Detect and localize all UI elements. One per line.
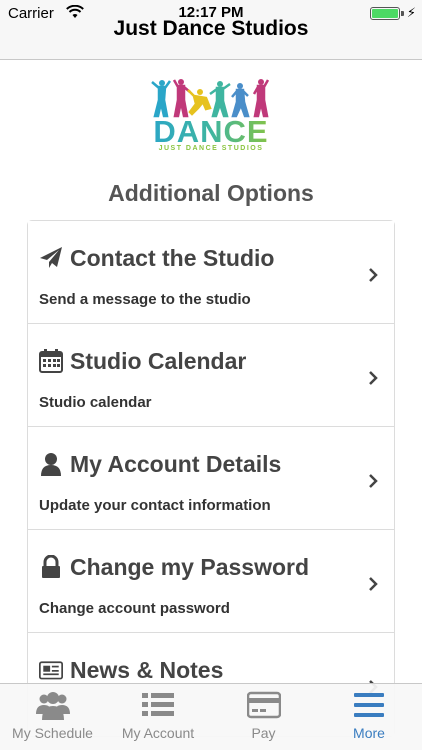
option-studio-calendar[interactable]: Studio Calendar Studio calendar bbox=[28, 324, 394, 427]
option-title: Studio Calendar bbox=[70, 348, 247, 374]
calendar-icon bbox=[39, 349, 63, 373]
battery-tip bbox=[401, 11, 404, 16]
tab-my-schedule[interactable]: My Schedule bbox=[0, 684, 105, 750]
lock-icon bbox=[42, 555, 60, 578]
option-change-password[interactable]: Change my Password Change account passwo… bbox=[28, 530, 394, 633]
option-subtitle: Change account password bbox=[39, 600, 230, 617]
option-subtitle: Update your contact information bbox=[39, 497, 271, 514]
tab-label: My Schedule bbox=[12, 725, 93, 741]
tab-label: Pay bbox=[251, 725, 276, 741]
tab-pay[interactable]: Pay bbox=[211, 684, 316, 750]
list-icon bbox=[142, 693, 174, 716]
option-title: My Account Details bbox=[70, 451, 282, 477]
section-title: Additional Options bbox=[108, 180, 314, 206]
paper-plane-icon bbox=[40, 247, 62, 268]
dancers-graphic bbox=[151, 79, 270, 118]
tab-label: My Account bbox=[121, 725, 195, 741]
navigation-bar: Carrier 12:17 PM ⚡ Just Dance Studios bbox=[0, 0, 422, 60]
option-title: News & Notes bbox=[70, 657, 224, 683]
option-contact-studio[interactable]: Contact the Studio Send a message to the… bbox=[28, 221, 394, 324]
tab-my-account[interactable]: My Account bbox=[105, 684, 211, 750]
option-subtitle: Studio calendar bbox=[39, 394, 152, 411]
page-title: Just Dance Studios bbox=[113, 17, 309, 40]
chevron-right-icon bbox=[369, 474, 378, 488]
chevron-right-icon bbox=[369, 268, 378, 282]
options-list: Contact the Studio Send a message to the… bbox=[27, 220, 395, 737]
option-account-details[interactable]: My Account Details Update your contact i… bbox=[28, 427, 394, 530]
chevron-right-icon bbox=[369, 371, 378, 385]
credit-card-icon bbox=[247, 691, 281, 719]
option-title: Change my Password bbox=[70, 554, 310, 580]
tab-bar: My Schedule My Account Pay More bbox=[0, 683, 422, 750]
chevron-right-icon bbox=[369, 577, 378, 591]
user-icon bbox=[41, 453, 61, 476]
option-title: Contact the Studio bbox=[70, 245, 275, 271]
users-icon bbox=[36, 692, 70, 720]
menu-icon bbox=[354, 693, 384, 717]
logo-subtitle: JUST DANCE STUDIOS bbox=[158, 145, 264, 152]
studio-logo: DANCE JUST DANCE STUDIOS bbox=[148, 78, 274, 154]
tab-more[interactable]: More bbox=[316, 684, 422, 750]
newspaper-icon bbox=[39, 661, 63, 680]
option-subtitle: Send a message to the studio bbox=[39, 291, 251, 308]
tab-label: More bbox=[353, 725, 385, 741]
